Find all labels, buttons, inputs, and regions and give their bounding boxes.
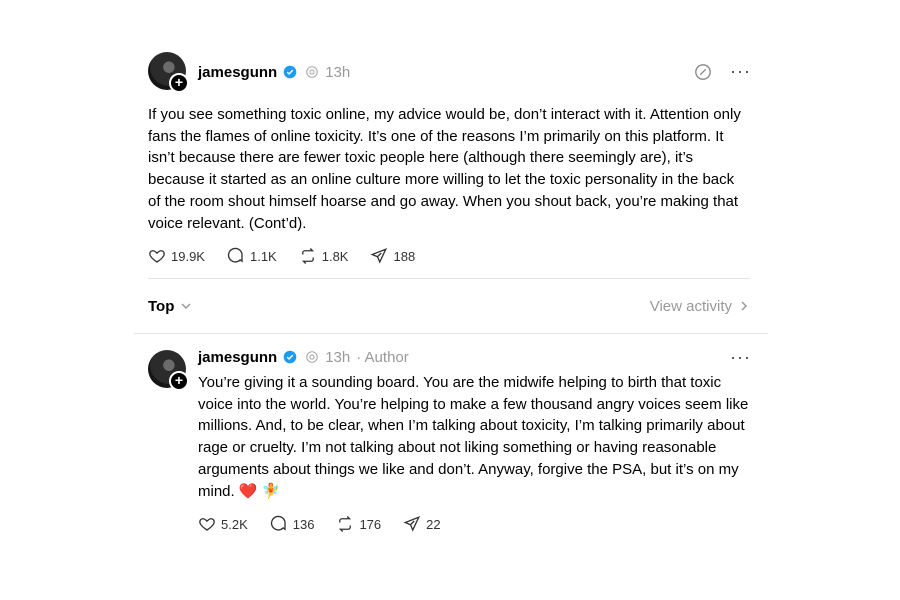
comment-icon <box>270 515 286 531</box>
share-button[interactable]: 22 <box>403 515 441 533</box>
divider <box>148 278 750 279</box>
reply-button[interactable]: 1.1K <box>227 247 277 265</box>
share-button[interactable]: 188 <box>370 247 415 265</box>
edit-icon[interactable] <box>694 63 712 81</box>
repost-icon <box>339 516 352 532</box>
chevron-down-icon <box>181 303 191 310</box>
reply-button[interactable]: 136 <box>270 515 315 533</box>
like-count: 5.2K <box>221 516 248 532</box>
view-activity-link[interactable]: View activity <box>650 298 750 315</box>
share-count: 188 <box>393 248 416 264</box>
reply-avatar[interactable]: + <box>148 350 189 391</box>
reply-actions: 5.2K 136 176 22 <box>198 514 463 534</box>
repost-button[interactable]: 1.8K <box>299 247 349 265</box>
like-count: 19.9K <box>171 248 205 264</box>
follow-plus-icon[interactable]: + <box>169 73 189 93</box>
repost-icon <box>301 248 314 264</box>
reply-text: You’re giving it a sounding board. You a… <box>198 374 749 500</box>
view-activity-label: View activity <box>649 297 732 315</box>
post-text: If you see something toxic online, my ad… <box>148 106 741 232</box>
repost-button[interactable]: 176 <box>336 515 381 533</box>
comment-icon <box>227 247 243 263</box>
repost-count: 1.8K <box>321 248 349 264</box>
reply-header: jamesgunn 13h · Author <box>198 337 409 377</box>
post-header: jamesgunn 13h <box>198 52 350 92</box>
more-icon[interactable]: ··· <box>730 62 750 82</box>
post-actions: 19.9K 1.1K 1.8K 188 <box>148 246 437 266</box>
like-button[interactable]: 19.9K <box>148 247 205 265</box>
share-icon <box>370 248 388 264</box>
thread-icon <box>306 351 318 363</box>
share-count: 22 <box>426 516 441 532</box>
heart-icon <box>199 518 215 531</box>
filter-row: Top View activity <box>148 292 750 320</box>
reply-count: 1.1K <box>249 248 277 264</box>
repost-count: 176 <box>359 516 382 532</box>
like-button[interactable]: 5.2K <box>198 515 248 533</box>
verified-icon <box>283 350 297 364</box>
post-time: 13h <box>325 63 351 81</box>
sort-label: Top <box>148 297 175 315</box>
share-icon <box>403 516 421 532</box>
reply-time: 13h <box>325 348 351 366</box>
chevron-right-icon <box>741 301 748 311</box>
reply-username[interactable]: jamesgunn <box>198 349 277 366</box>
follow-plus-icon[interactable]: + <box>169 371 189 391</box>
thread-icon <box>306 66 318 78</box>
divider <box>134 333 768 334</box>
heart-icon <box>149 250 165 263</box>
username[interactable]: jamesgunn <box>198 64 277 81</box>
more-icon[interactable]: ··· <box>730 348 750 368</box>
sort-dropdown[interactable]: Top <box>148 298 192 315</box>
author-tag: · Author <box>356 348 409 366</box>
avatar[interactable]: + <box>148 52 189 93</box>
verified-icon <box>283 65 297 79</box>
reply-count: 136 <box>292 516 315 532</box>
